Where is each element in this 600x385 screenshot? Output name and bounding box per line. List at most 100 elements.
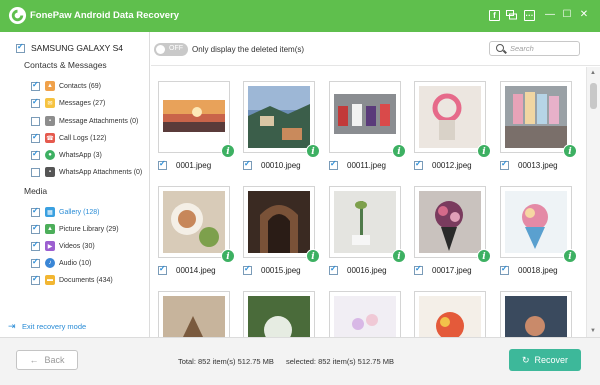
- info-icon[interactable]: i: [563, 144, 577, 158]
- gallery-item[interactable]: i 00018.jpeg: [493, 172, 577, 275]
- sidebar-item-picture-library[interactable]: ▲ Picture Library (29): [31, 223, 119, 235]
- file-row: 00017.jpeg: [414, 264, 472, 275]
- item-checkbox[interactable]: [329, 264, 338, 275]
- gallery-item[interactable]: [151, 277, 230, 337]
- thumbnail[interactable]: [500, 291, 572, 337]
- thumbnail[interactable]: i: [500, 81, 577, 158]
- device-checkbox[interactable]: [16, 42, 25, 53]
- checkbox[interactable]: [31, 240, 40, 251]
- checkbox[interactable]: [31, 223, 40, 234]
- sidebar-item-whatsapp[interactable]: ● WhatsApp (3): [31, 149, 102, 161]
- thumbnail[interactable]: i: [158, 81, 235, 158]
- feedback-icon[interactable]: [506, 10, 517, 21]
- scroll-up-icon[interactable]: ▲: [590, 70, 596, 76]
- item-checkbox[interactable]: [500, 159, 509, 170]
- gallery-item[interactable]: i 00012.jpeg: [407, 67, 491, 170]
- info-icon[interactable]: i: [306, 249, 320, 263]
- device-row[interactable]: SAMSUNG GALAXY S4: [16, 42, 123, 54]
- sidebar-item-messages[interactable]: ✉ Messages (27): [31, 97, 105, 109]
- gallery-item[interactable]: i 00016.jpeg: [322, 172, 406, 275]
- vertical-scrollbar[interactable]: ▲ ▼: [586, 67, 600, 337]
- info-icon[interactable]: i: [306, 144, 320, 158]
- checkbox[interactable]: [31, 274, 40, 285]
- gallery-item[interactable]: i 00017.jpeg: [407, 172, 491, 275]
- sidebar-item-call-logs[interactable]: ☎ Call Logs (122): [31, 132, 106, 144]
- checkbox[interactable]: [31, 132, 40, 143]
- item-checkbox[interactable]: [243, 159, 252, 170]
- photo-archway: [248, 191, 310, 253]
- file-name: 00018.jpeg: [518, 266, 558, 275]
- back-button[interactable]: ← Back: [16, 350, 78, 370]
- file-row: 00015.jpeg: [243, 264, 301, 275]
- checkbox[interactable]: [31, 116, 40, 126]
- thumbnail[interactable]: i: [158, 186, 235, 263]
- thumbnail[interactable]: i: [243, 81, 320, 158]
- messages-icon: ✉: [45, 98, 55, 108]
- info-icon[interactable]: i: [392, 249, 406, 263]
- gallery-grid: i 0001.jpeg i 00010.jpeg: [151, 67, 586, 337]
- sidebar-item-videos[interactable]: ▶ Videos (30): [31, 240, 95, 252]
- search-box[interactable]: [489, 41, 580, 56]
- item-checkbox[interactable]: [329, 159, 338, 170]
- info-icon[interactable]: i: [221, 249, 235, 263]
- gallery-item[interactable]: i 00011.jpeg: [322, 67, 406, 170]
- info-icon[interactable]: i: [221, 144, 235, 158]
- gallery-item[interactable]: i 00015.jpeg: [236, 172, 320, 275]
- gallery-item[interactable]: i 00014.jpeg: [151, 172, 235, 275]
- facebook-icon[interactable]: f: [489, 10, 500, 21]
- chat-icon[interactable]: ···: [524, 10, 535, 21]
- device-name: SAMSUNG GALAXY S4: [31, 43, 123, 53]
- item-checkbox[interactable]: [414, 264, 423, 275]
- thumbnail[interactable]: i: [243, 186, 320, 263]
- info-icon[interactable]: i: [477, 249, 491, 263]
- thumbnail[interactable]: [414, 291, 486, 337]
- thumbnail[interactable]: i: [329, 81, 406, 158]
- gallery-item[interactable]: i 00013.jpeg: [493, 67, 577, 170]
- thumbnail[interactable]: i: [500, 186, 577, 263]
- sidebar-item-documents[interactable]: ▬ Documents (434): [31, 274, 113, 286]
- thumbnail[interactable]: [158, 291, 230, 337]
- thumbnail[interactable]: i: [414, 81, 491, 158]
- deleted-only-toggle[interactable]: OFF: [154, 43, 188, 56]
- sidebar-item-gallery[interactable]: ▦ Gallery (128): [31, 206, 99, 218]
- maximize-icon[interactable]: ☐: [561, 9, 573, 21]
- sidebar-item-label: Documents (434): [59, 276, 113, 284]
- gallery-icon: ▦: [45, 207, 55, 217]
- thumbnail[interactable]: i: [329, 186, 406, 263]
- gallery-item[interactable]: [322, 277, 401, 337]
- search-input[interactable]: [510, 43, 578, 54]
- gallery-item[interactable]: [407, 277, 486, 337]
- info-icon[interactable]: i: [563, 249, 577, 263]
- close-icon[interactable]: ✕: [578, 9, 590, 21]
- scroll-down-icon[interactable]: ▼: [590, 328, 596, 334]
- sidebar-item-message-attachments[interactable]: ▪ Message Attachments (0): [31, 115, 138, 127]
- minimize-icon[interactable]: —: [544, 9, 556, 21]
- recover-button[interactable]: ↻ Recover: [509, 349, 581, 371]
- checkbox[interactable]: [31, 167, 40, 177]
- item-checkbox[interactable]: [500, 264, 509, 275]
- checkbox[interactable]: [31, 149, 40, 160]
- info-icon[interactable]: i: [392, 144, 406, 158]
- item-checkbox[interactable]: [414, 159, 423, 170]
- thumbnail[interactable]: i: [414, 186, 491, 263]
- item-checkbox[interactable]: [158, 159, 167, 170]
- gallery-item[interactable]: i 00010.jpeg: [236, 67, 320, 170]
- gallery-item[interactable]: [236, 277, 315, 337]
- deleted-only-label: Only display the deleted item(s): [192, 45, 305, 54]
- sidebar-item-audio[interactable]: ♪ Audio (10): [31, 257, 91, 269]
- sidebar-item-whatsapp-attachments[interactable]: ▪ WhatsApp Attachments (0): [31, 166, 142, 178]
- checkbox[interactable]: [31, 257, 40, 268]
- gallery-item[interactable]: i 0001.jpeg: [151, 67, 235, 170]
- exit-recovery-mode-link[interactable]: ⇥ Exit recovery mode: [8, 322, 86, 332]
- gallery-item[interactable]: [493, 277, 572, 337]
- checkbox[interactable]: [31, 206, 40, 217]
- info-icon[interactable]: i: [477, 144, 491, 158]
- item-checkbox[interactable]: [243, 264, 252, 275]
- thumbnail[interactable]: [329, 291, 401, 337]
- sidebar-item-contacts[interactable]: ▲ Contacts (69): [31, 80, 101, 92]
- thumbnail[interactable]: [243, 291, 315, 337]
- item-checkbox[interactable]: [158, 264, 167, 275]
- checkbox[interactable]: [31, 80, 40, 91]
- checkbox[interactable]: [31, 97, 40, 108]
- scroll-thumb[interactable]: [590, 83, 597, 109]
